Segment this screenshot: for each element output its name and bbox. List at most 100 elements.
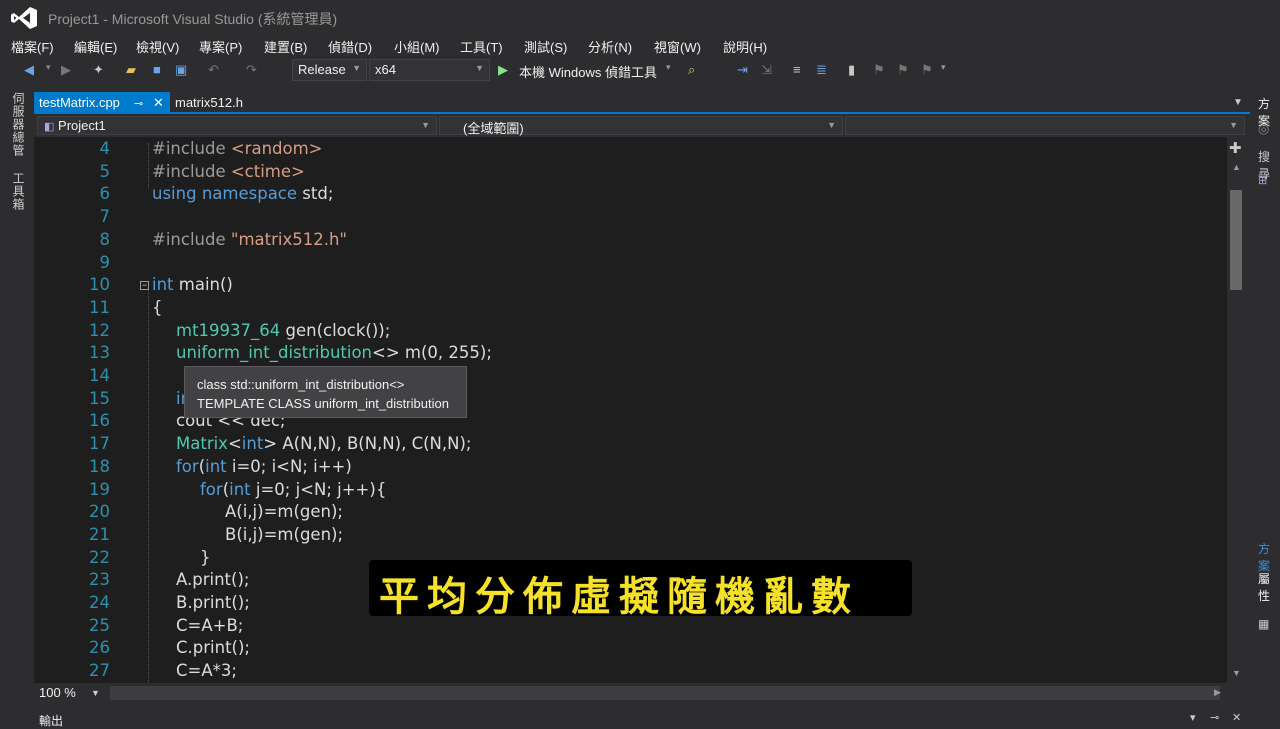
line-number: 18 bbox=[89, 456, 110, 476]
menu-view[interactable]: 檢視(V) bbox=[136, 37, 179, 56]
tab-matrix512-h[interactable]: matrix512.h bbox=[175, 95, 243, 110]
code-line[interactable]: 21 B(i,j)=m(gen); bbox=[34, 524, 1227, 546]
code-token: } bbox=[200, 547, 211, 567]
scrollbar-thumb[interactable] bbox=[1230, 190, 1242, 290]
code-token: C.print(); bbox=[176, 638, 250, 658]
start-debugging-icon[interactable]: ▶ bbox=[498, 62, 508, 78]
menu-edit[interactable]: 編輯(E) bbox=[74, 37, 117, 56]
navigate-back-icon[interactable]: ◀ bbox=[24, 62, 34, 78]
menu-build[interactable]: 建置(B) bbox=[264, 37, 307, 56]
scope-dropdown[interactable]: (全域範圍) ▼ bbox=[439, 116, 843, 136]
close-icon[interactable]: ✕ bbox=[153, 95, 164, 111]
open-file-icon[interactable]: ▰ bbox=[126, 62, 136, 78]
redo-icon[interactable]: ↷ bbox=[246, 62, 257, 78]
prev-bookmark-icon[interactable]: ⚑ bbox=[873, 62, 885, 78]
member-dropdown[interactable]: ▼ bbox=[845, 116, 1245, 135]
code-token: Matrix bbox=[176, 434, 228, 454]
next-bookmark-icon[interactable]: ⚑ bbox=[897, 62, 909, 78]
line-number: 21 bbox=[89, 524, 110, 544]
scroll-down-icon[interactable]: ▼ bbox=[1232, 668, 1241, 678]
code-line[interactable]: 8 #include "matrix512.h" bbox=[34, 229, 1227, 251]
menu-debug[interactable]: 偵錯(D) bbox=[328, 37, 372, 56]
line-number: 8 bbox=[99, 229, 111, 249]
code-line[interactable]: 20 A(i,j)=m(gen); bbox=[34, 501, 1227, 523]
code-line[interactable]: 7 bbox=[34, 206, 1227, 228]
bookmark-icon[interactable]: ▮ bbox=[848, 62, 855, 78]
new-project-icon[interactable]: ✦ bbox=[93, 62, 104, 78]
start-debugging-button[interactable]: 本機 Windows 偵錯工具 bbox=[519, 62, 657, 81]
back-dropdown-icon[interactable]: ▾ bbox=[46, 62, 51, 73]
comment-icon[interactable]: ≡ bbox=[793, 62, 801, 77]
pin-icon[interactable]: ⊸ bbox=[134, 97, 143, 110]
platform-dropdown[interactable]: x64 ▼ bbox=[369, 59, 490, 81]
horizontal-scrollbar[interactable] bbox=[110, 686, 1220, 700]
code-line[interactable]: 9 bbox=[34, 252, 1227, 274]
code-text: C.print(); bbox=[176, 637, 250, 659]
find-in-files-icon[interactable]: ⌕ bbox=[688, 62, 695, 78]
menu-help[interactable]: 說明(H) bbox=[723, 37, 767, 56]
code-line[interactable]: 4 #include <random> bbox=[34, 138, 1227, 160]
code-line[interactable]: 27 C=A*3; bbox=[34, 660, 1227, 682]
code-line[interactable]: 12 mt19937_64 gen(clock()); bbox=[34, 320, 1227, 342]
server-explorer-tab[interactable]: 伺服器總管 bbox=[10, 92, 27, 157]
refresh-icon[interactable]: ◎ bbox=[1258, 121, 1269, 137]
output-pin-icon[interactable]: ⊸ bbox=[1210, 711, 1219, 724]
code-line[interactable]: 5 #include <ctime> bbox=[34, 161, 1227, 183]
split-editor-icon[interactable]: ✚ bbox=[1229, 139, 1242, 157]
save-all-icon[interactable]: ▣ bbox=[175, 62, 187, 78]
configuration-dropdown[interactable]: Release ▼ bbox=[292, 59, 367, 81]
solution-explorer-tab[interactable]: 方案 bbox=[1258, 540, 1280, 574]
code-token: i=0; i<N; i++) bbox=[226, 456, 352, 476]
menu-team[interactable]: 小組(M) bbox=[394, 37, 440, 56]
menu-tools[interactable]: 工具(T) bbox=[460, 37, 503, 56]
tooltip-line: TEMPLATE CLASS uniform_int_distribution bbox=[197, 396, 449, 411]
code-line[interactable]: 18 for(int i=0; i<N; i++) bbox=[34, 456, 1227, 478]
uncomment-icon[interactable]: ≣ bbox=[816, 62, 827, 78]
save-icon[interactable]: ■ bbox=[153, 62, 161, 77]
code-token: int bbox=[229, 479, 251, 499]
output-options-icon[interactable]: ▾ bbox=[1190, 711, 1196, 724]
line-number: 25 bbox=[89, 615, 110, 635]
code-token: std; bbox=[297, 184, 334, 204]
line-number: 20 bbox=[89, 502, 110, 522]
scroll-up-icon[interactable]: ▲ bbox=[1232, 162, 1241, 172]
tab-overflow-icon[interactable]: ▼ bbox=[1233, 97, 1243, 108]
collapse-toggle-icon[interactable]: − bbox=[140, 281, 149, 290]
undo-icon[interactable]: ↶ bbox=[208, 62, 219, 78]
code-line[interactable]: 26 C.print(); bbox=[34, 637, 1227, 659]
code-line[interactable]: 6 using namespace std; bbox=[34, 183, 1227, 205]
step-over-icon[interactable]: ⇲ bbox=[761, 62, 772, 78]
code-line[interactable]: 19 for(int j=0; j<N; j++){ bbox=[34, 479, 1227, 501]
menu-analyze[interactable]: 分析(N) bbox=[588, 37, 632, 56]
toolbar-options-icon[interactable]: ▾ bbox=[941, 62, 946, 73]
project-dropdown[interactable]: ◧ Project1 ▼ bbox=[37, 116, 437, 135]
menu-file[interactable]: 檔案(F) bbox=[11, 37, 54, 56]
breakpoint-step-icon[interactable]: ⇥ bbox=[737, 62, 748, 78]
platform-value: x64 bbox=[375, 62, 396, 77]
code-token: int bbox=[205, 456, 227, 476]
line-number: 22 bbox=[89, 547, 110, 567]
solution-item-icon[interactable]: ⊞ bbox=[1258, 174, 1267, 187]
menu-window[interactable]: 視窗(W) bbox=[654, 37, 701, 56]
code-line[interactable]: 17 Matrix<int> A(N,N), B(N,N), C(N,N); bbox=[34, 433, 1227, 455]
properties-grid-icon[interactable]: ▦ bbox=[1258, 617, 1269, 631]
toolbox-tab[interactable]: 工具箱 bbox=[10, 172, 27, 211]
zoom-dropdown-icon[interactable]: ▼ bbox=[91, 688, 100, 698]
navigate-forward-icon[interactable]: ▶ bbox=[61, 62, 71, 78]
zoom-level[interactable]: 100 % bbox=[39, 685, 76, 700]
code-line[interactable]: 10 int main() bbox=[34, 274, 1227, 296]
code-line[interactable]: 13 uniform_int_distribution<> m(0, 255); bbox=[34, 342, 1227, 364]
chevron-down-icon: ▼ bbox=[1229, 120, 1238, 130]
chevron-down-icon: ▼ bbox=[827, 120, 836, 130]
output-close-icon[interactable]: ✕ bbox=[1232, 711, 1241, 724]
code-token: #include bbox=[152, 139, 231, 158]
code-text: for(int j=0; j<N; j++){ bbox=[200, 479, 386, 501]
code-token: namespace bbox=[201, 184, 298, 204]
debugger-dropdown-icon[interactable]: ▾ bbox=[666, 62, 671, 73]
project-value: Project1 bbox=[58, 118, 106, 133]
scroll-right-icon[interactable]: ▶ bbox=[1214, 687, 1221, 698]
menu-test[interactable]: 測試(S) bbox=[524, 37, 567, 56]
code-line[interactable]: 11 { bbox=[34, 297, 1227, 319]
menu-project[interactable]: 專案(P) bbox=[199, 37, 242, 56]
clear-bookmarks-icon[interactable]: ⚑ bbox=[921, 62, 933, 78]
